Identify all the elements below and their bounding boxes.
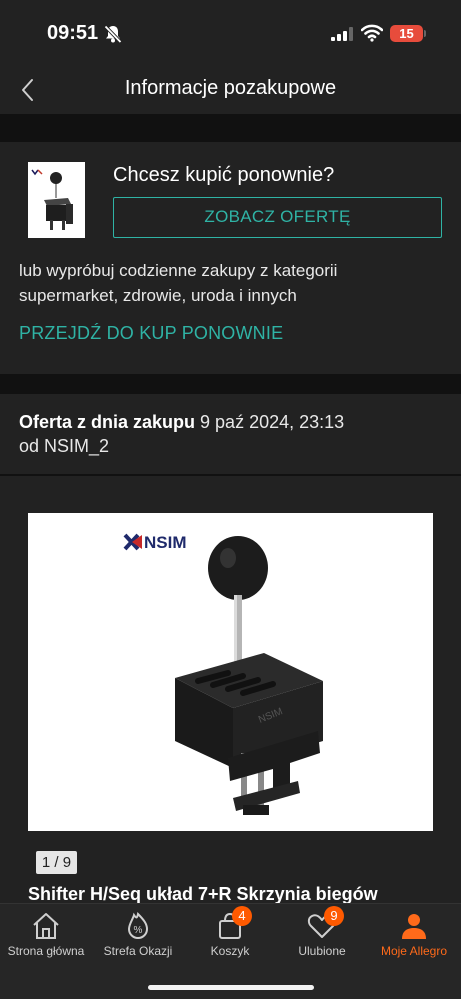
home-indicator [148, 985, 314, 990]
tab-favorites-label: Ulubione [298, 944, 346, 958]
bell-off-icon [104, 25, 122, 44]
nsim-logo: NSIM [123, 533, 187, 552]
home-icon [33, 913, 59, 939]
nav-bar: Informacje pozakupowe [0, 66, 461, 114]
tab-home[interactable]: Strona główna [0, 904, 92, 974]
offer-info-card: Oferta z dnia zakupu 9 paź 2024, 23:13 o… [0, 394, 461, 474]
tab-deals[interactable]: % Strefa Okazji [92, 904, 184, 974]
status-bar: 09:51 15 [0, 0, 461, 66]
offer-date-value: 9 paź 2024, 23:13 [195, 412, 345, 432]
favorites-badge: 9 [324, 906, 344, 926]
see-offer-button[interactable]: ZOBACZ OFERTĘ [113, 197, 442, 238]
buy-again-card: Chcesz kupić ponownie? ZOBACZ OFERTĘ lub… [0, 142, 461, 374]
status-time: 09:51 [47, 22, 99, 44]
product-title[interactable]: Shifter H/Seq układ 7+R Skrzynia biegów [28, 884, 378, 905]
section-divider [0, 374, 461, 394]
shifter-illustration: NSIM [175, 536, 323, 815]
offer-date-line: Oferta z dnia zakupu 9 paź 2024, 23:13 [19, 412, 344, 433]
svg-text:%: % [134, 925, 143, 936]
tab-my-allegro-label: Moje Allegro [380, 944, 448, 958]
logo-text: NSIM [144, 533, 187, 552]
tab-my-allegro[interactable]: Moje Allegro [368, 904, 460, 974]
signal-icon [331, 27, 353, 41]
offer-date-label: Oferta z dnia zakupu [19, 412, 196, 432]
bottom-tab-bar: Strona główna % Strefa Okazji 4 Koszyk 9… [0, 903, 461, 999]
cart-badge: 4 [232, 906, 252, 926]
image-counter: 1 / 9 [36, 851, 77, 874]
tab-cart[interactable]: 4 Koszyk [184, 904, 276, 974]
product-image[interactable]: NSIM NSIM [28, 513, 433, 831]
buy-again-description: lub wypróbuj codzienne zakupy z kategori… [19, 261, 338, 305]
page-title: Informacje pozakupowe [124, 77, 337, 99]
wifi-icon [361, 24, 383, 42]
tab-deals-label: Strefa Okazji [103, 944, 173, 958]
section-divider [0, 114, 461, 142]
seller-name[interactable]: od NSIM_2 [19, 436, 109, 457]
product-card: NSIM NSIM 1 / 9 Shifter H/Seq układ 7+R … [0, 476, 461, 906]
tab-favorites[interactable]: 9 Ulubione [276, 904, 368, 974]
battery-tip [424, 30, 426, 37]
product-thumbnail[interactable] [28, 162, 85, 238]
user-icon [402, 914, 426, 939]
tab-cart-label: Koszyk [210, 944, 250, 958]
tab-home-label: Strona główna [7, 944, 85, 958]
deals-icon: % [127, 911, 149, 940]
buy-again-title: Chcesz kupić ponownie? [113, 164, 335, 186]
buy-again-link[interactable]: PRZEJDŹ DO KUP PONOWNIE [19, 323, 283, 344]
battery-indicator: 15 [390, 25, 423, 42]
